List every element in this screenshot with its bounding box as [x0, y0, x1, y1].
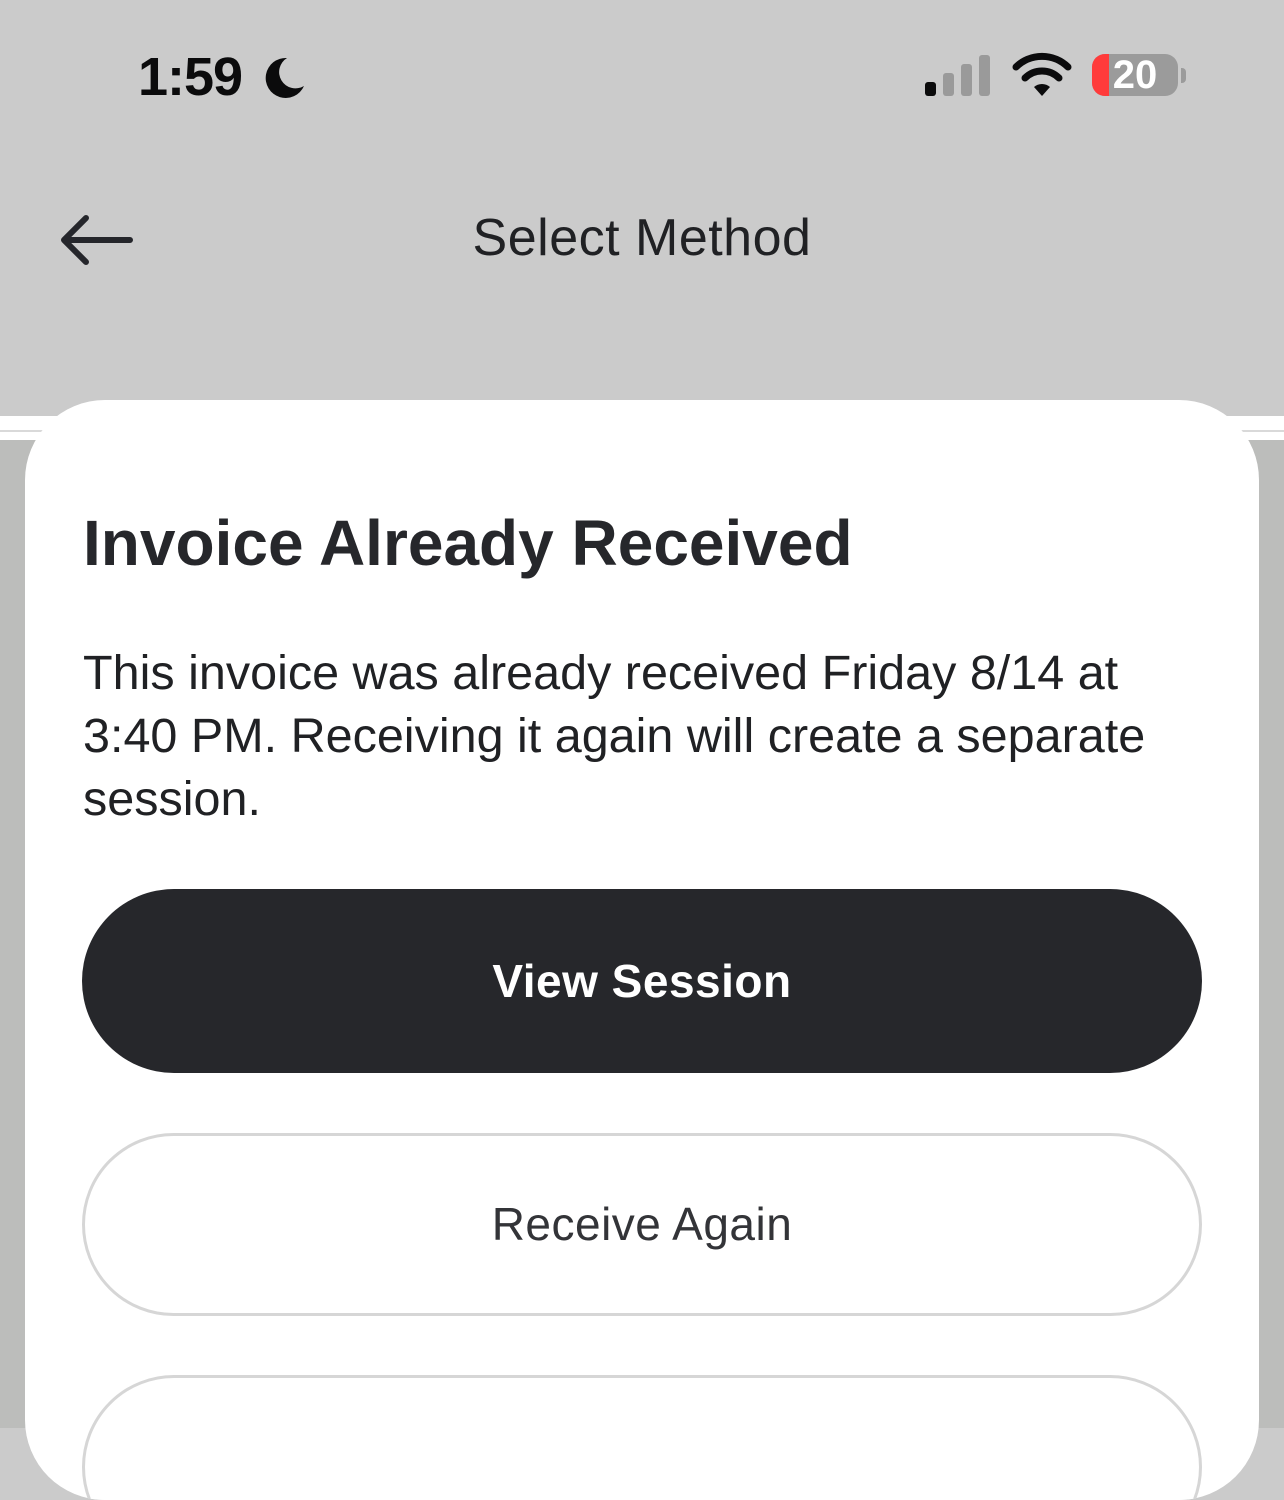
dialog-title: Invoice Already Received — [83, 507, 853, 579]
receive-again-button[interactable]: Receive Again — [82, 1133, 1202, 1316]
moon-icon — [265, 57, 304, 98]
dialog-message: This invoice was already received Friday… — [83, 646, 1146, 826]
navigation-bar: Select Method — [0, 150, 1284, 416]
status-bar: 1:59 20 — [0, 0, 1284, 150]
bottom-sheet-dialog: Invoice Already Received This invoice wa… — [25, 400, 1259, 1500]
battery-level: 20 — [1112, 54, 1158, 96]
status-time: 1:59 — [138, 47, 243, 107]
view-session-button[interactable]: View Session — [82, 889, 1202, 1073]
battery-nub — [1181, 68, 1186, 83]
page-title: Select Method — [472, 209, 812, 267]
signal-icon — [925, 55, 990, 96]
battery-body: 20 — [1092, 54, 1178, 96]
third-option-button[interactable] — [82, 1375, 1202, 1500]
battery-icon: 20 — [1092, 52, 1190, 98]
wifi-icon — [1012, 52, 1072, 96]
